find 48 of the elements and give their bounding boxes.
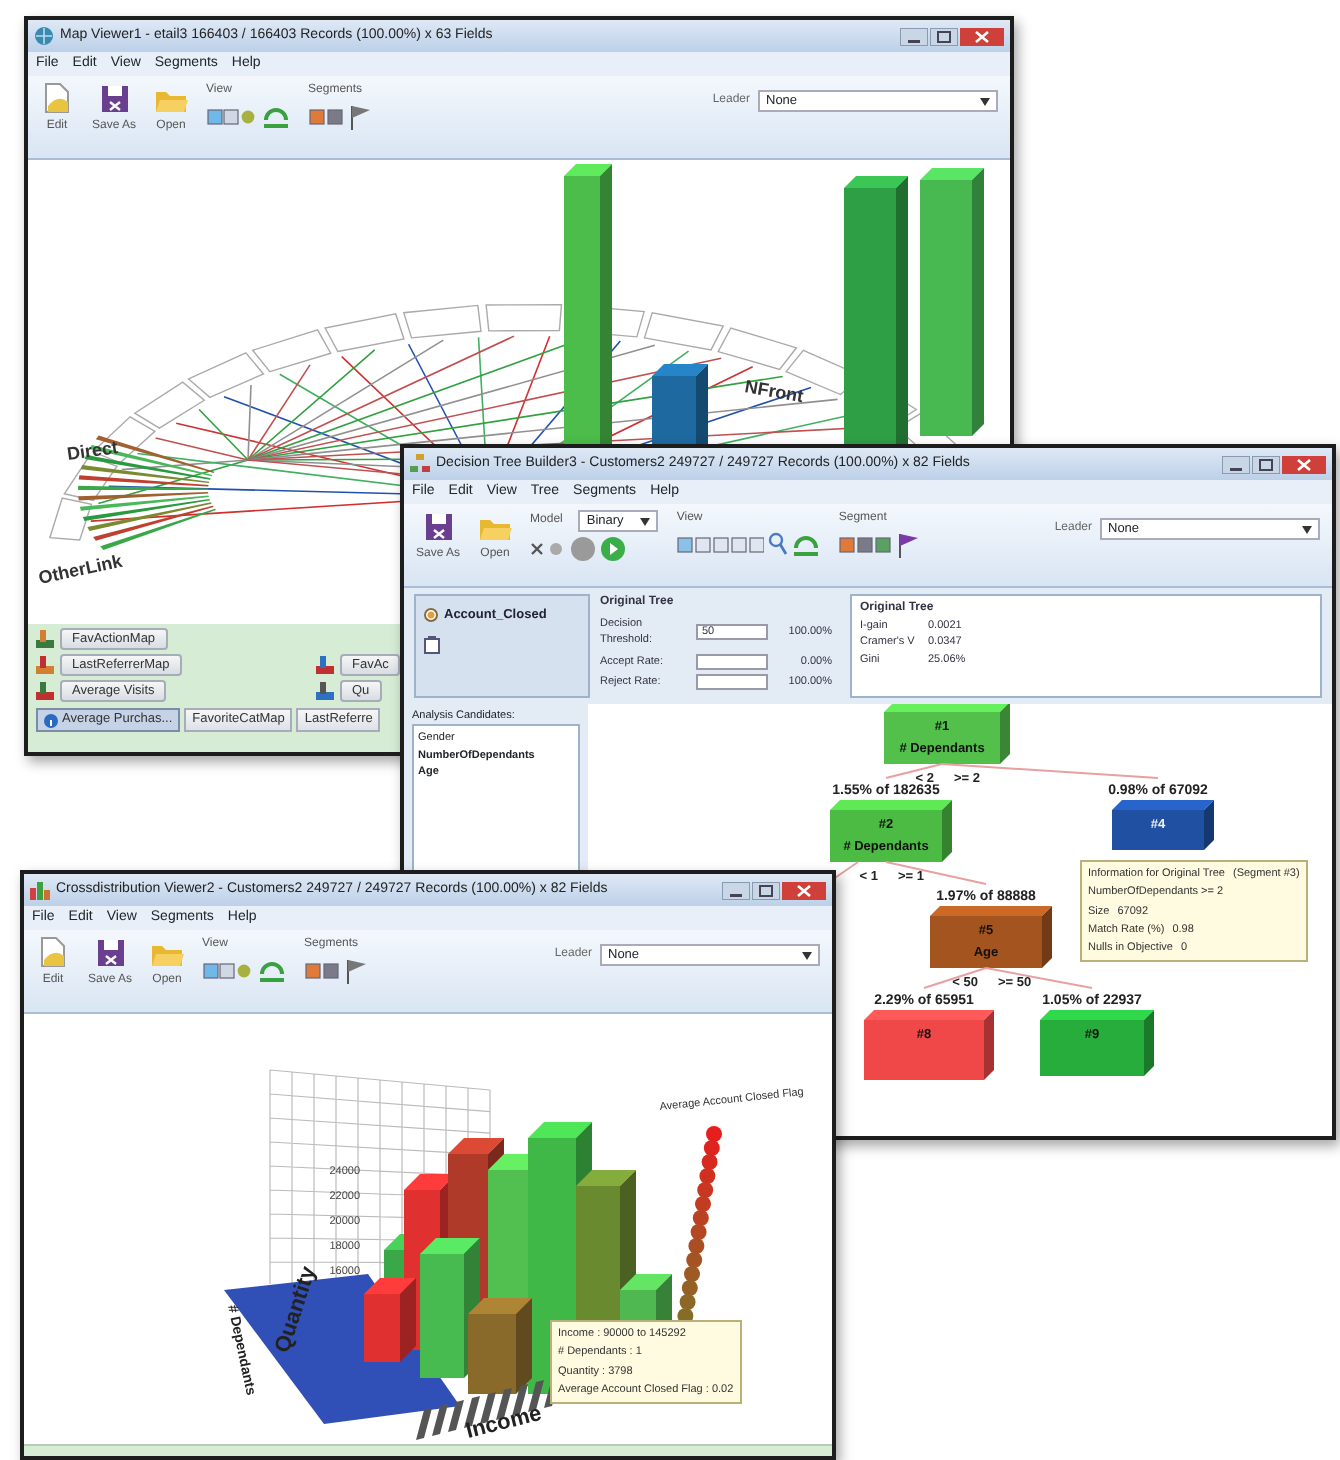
- search-icon[interactable]: [768, 532, 789, 556]
- app-icon: [30, 880, 50, 900]
- view-toggle-icon[interactable]: [676, 535, 765, 553]
- clipboard-icon: [424, 635, 440, 654]
- flag-icon[interactable]: [344, 958, 369, 984]
- caret-icon: [1302, 525, 1312, 533]
- refresh-icon[interactable]: [262, 104, 291, 128]
- connector-line: [885, 861, 987, 885]
- caret-icon: [802, 951, 812, 959]
- maximize-icon[interactable]: [752, 881, 780, 899]
- number-field[interactable]: [696, 653, 768, 670]
- info-icon: [44, 713, 58, 727]
- segment-icon[interactable]: [304, 962, 341, 980]
- play-icon[interactable]: [600, 536, 627, 562]
- segment-icon[interactable]: [308, 108, 345, 126]
- circle-icon[interactable]: [570, 536, 597, 562]
- document-icon: [40, 82, 74, 114]
- view-toggle-icon[interactable]: [206, 107, 259, 125]
- view-toggle-icon[interactable]: [202, 961, 255, 979]
- node-label: NFront: [743, 376, 805, 407]
- number-field[interactable]: [696, 673, 768, 690]
- maximize-icon[interactable]: [1252, 455, 1280, 473]
- map-type-icon: [36, 656, 54, 674]
- close-icon[interactable]: [1282, 455, 1326, 473]
- model-tools-icon[interactable]: [530, 540, 567, 558]
- minimize-icon[interactable]: [900, 27, 928, 45]
- app-icon: [410, 454, 430, 474]
- minimize-icon[interactable]: [1222, 455, 1250, 473]
- map-type-icon: [316, 656, 334, 674]
- map-type-icon: [316, 682, 334, 700]
- app-icon: [34, 26, 54, 46]
- maximize-icon[interactable]: [930, 27, 958, 45]
- axis-title: Income: [463, 1401, 545, 1444]
- segment-icon[interactable]: [838, 536, 893, 554]
- map-type-icon: [36, 682, 54, 700]
- refresh-icon[interactable]: [258, 958, 287, 982]
- node-label: OtherLink: [36, 550, 124, 588]
- caret-icon: [640, 517, 651, 525]
- flag-icon[interactable]: [896, 532, 921, 558]
- flag-icon[interactable]: [348, 104, 373, 130]
- caret-icon: [980, 97, 990, 105]
- close-icon[interactable]: [960, 27, 1004, 45]
- close-icon[interactable]: [782, 881, 826, 899]
- node-label: Direct: [65, 437, 120, 464]
- map-type-icon: [36, 630, 54, 648]
- minimize-icon[interactable]: [722, 881, 750, 899]
- document-icon: [36, 936, 70, 968]
- refresh-icon[interactable]: [792, 532, 821, 556]
